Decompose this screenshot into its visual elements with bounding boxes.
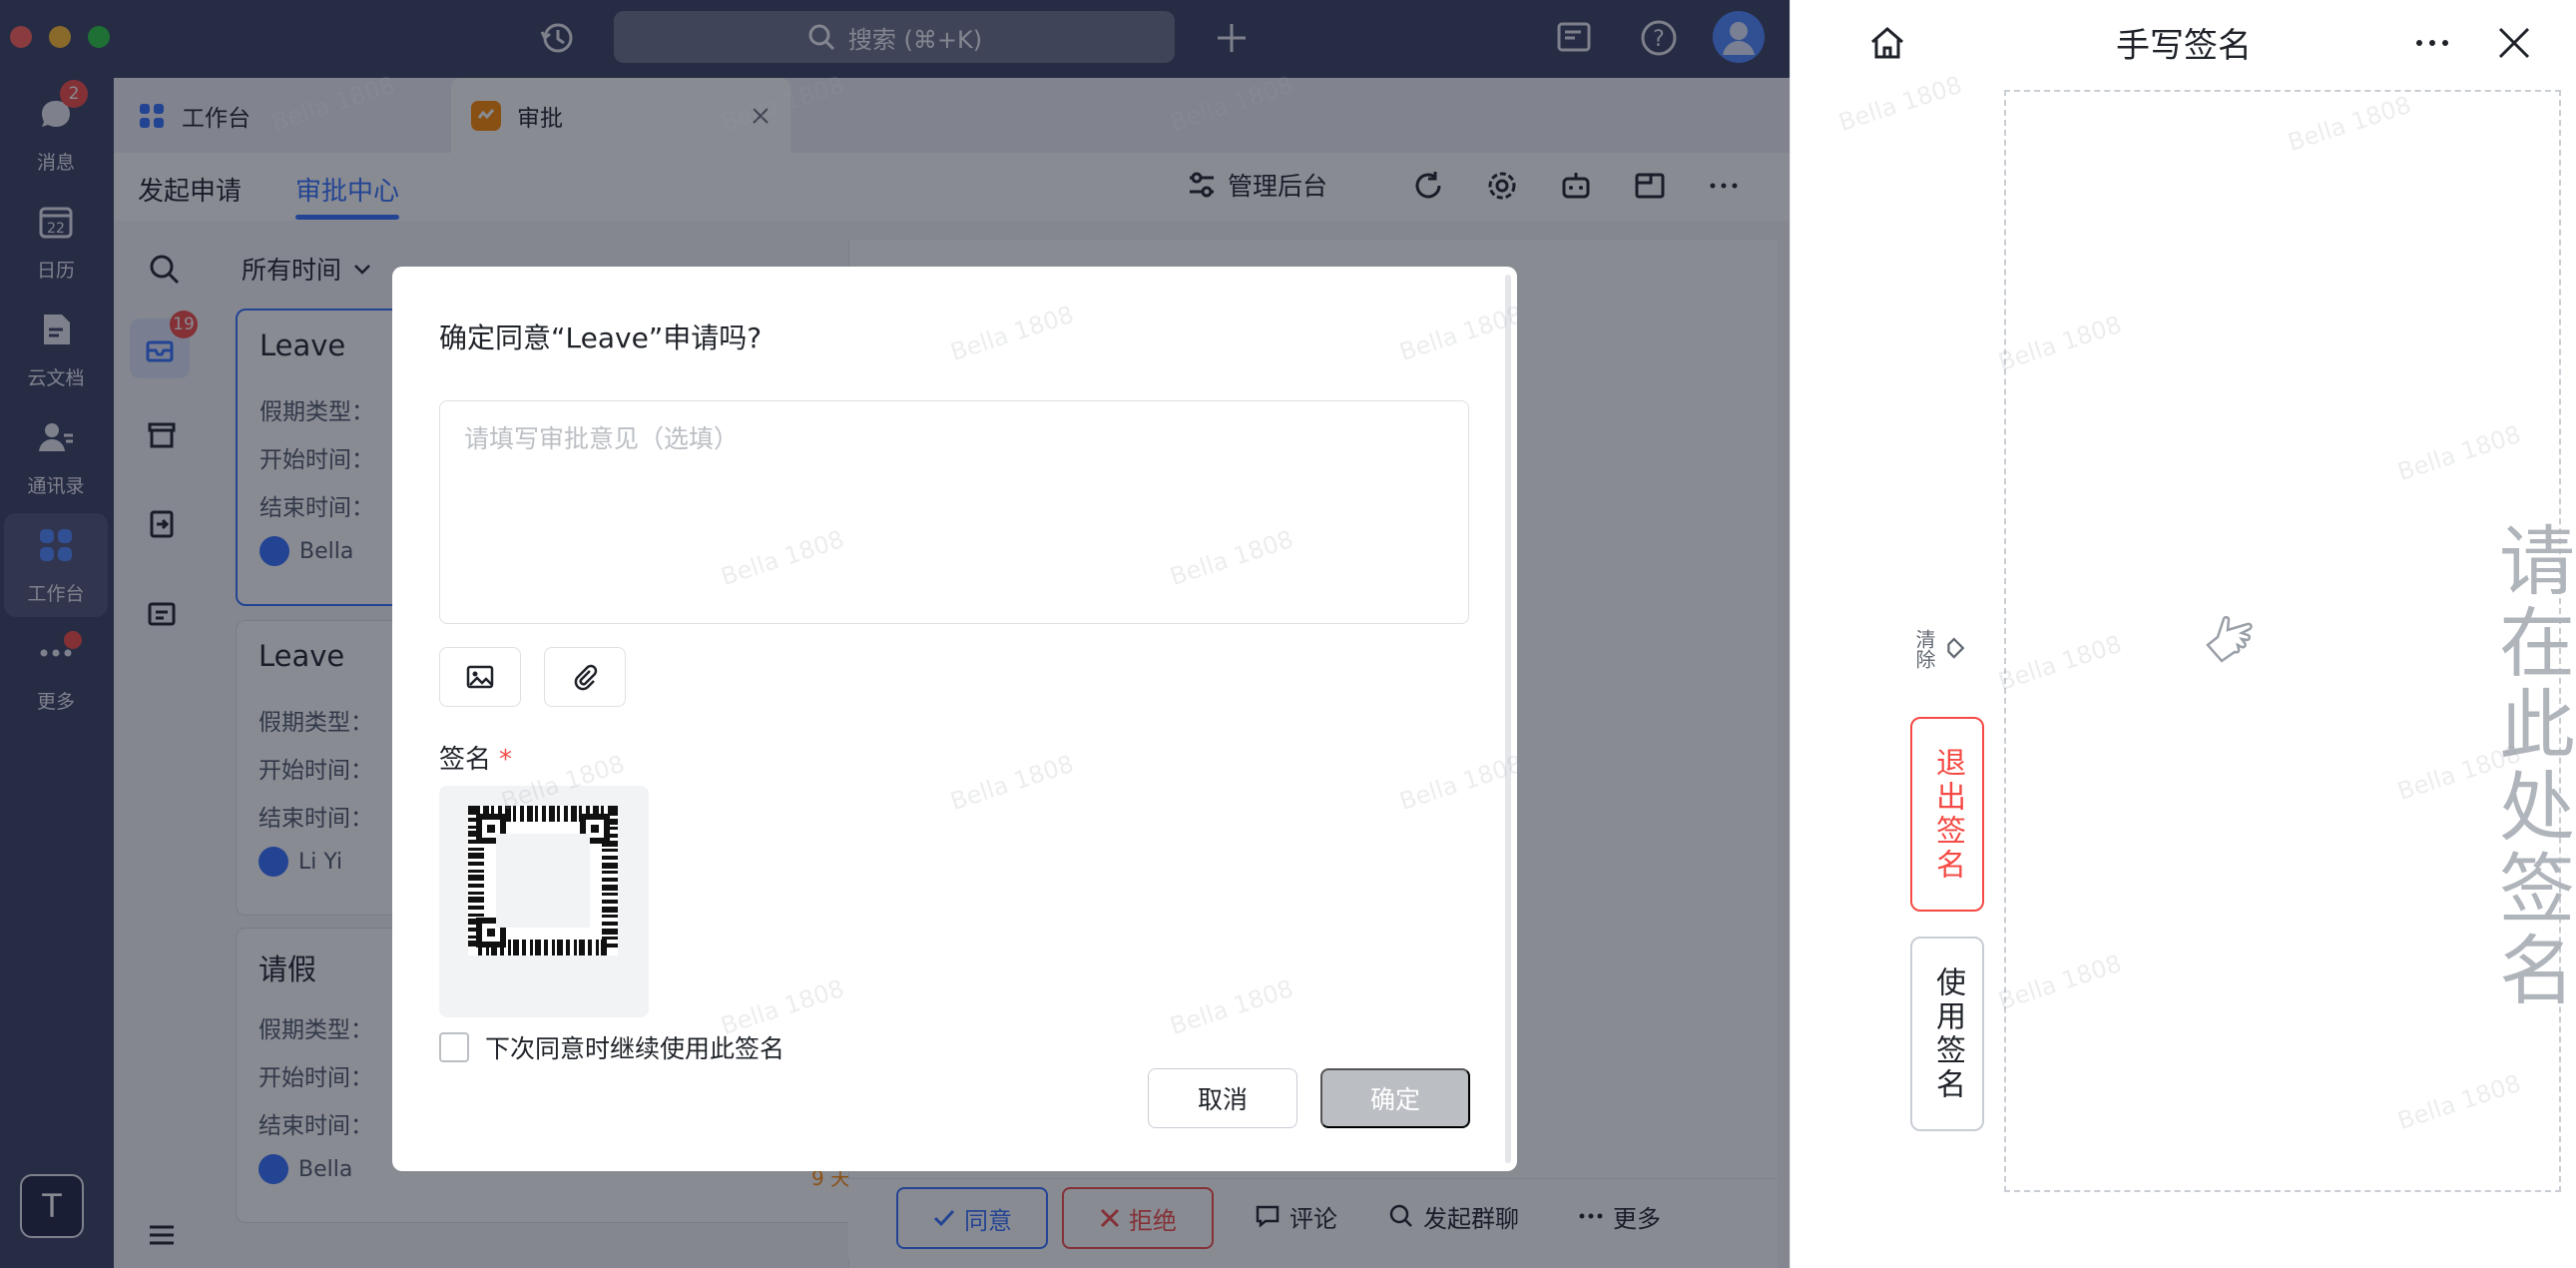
use-label: 使用签名: [1930, 965, 1965, 1102]
reuse-signature-checkbox[interactable]: [439, 1032, 469, 1062]
exit-signature-button[interactable]: 退出签名: [1910, 717, 1984, 912]
signature-label-text: 签名: [439, 745, 492, 775]
dialog-title: 确定同意“Leave”申请吗?: [439, 321, 763, 354]
required-mark: *: [499, 745, 513, 775]
reuse-signature-label: 下次同意时继续使用此签名: [485, 1034, 785, 1063]
handwritten-signature-panel: 手写签名 请在此处签名 清除 退出签名 使用签名: [1790, 0, 2576, 1268]
attach-file-button[interactable]: [544, 647, 626, 707]
dialog-scrollbar[interactable]: [1505, 275, 1511, 1163]
signature-label: 签名 *: [439, 739, 512, 776]
app-window: 搜索 (⌘+K) ? 2 消息: [0, 0, 1790, 1268]
image-icon: [466, 665, 494, 689]
signature-placeholder: 请在此处签名: [2486, 521, 2575, 1012]
clear-signature-button[interactable]: 清除: [1910, 599, 1970, 699]
signature-qr-box[interactable]: [439, 786, 649, 1017]
clear-label: 清除: [1912, 629, 1936, 669]
qr-code-icon: [468, 806, 618, 955]
close-icon[interactable]: [2493, 22, 2535, 64]
use-signature-button[interactable]: 使用签名: [1910, 937, 1984, 1131]
panel-title: 手写签名: [2116, 26, 2252, 66]
approval-opinion-input[interactable]: [439, 400, 1469, 624]
cancel-button[interactable]: 取消: [1148, 1068, 1297, 1128]
eraser-icon: [1947, 637, 1965, 659]
approve-confirm-dialog: 确定同意“Leave”申请吗? 签名* 下次同意时继续使用此签名 取消 确定: [392, 267, 1517, 1171]
signature-canvas[interactable]: 请在此处签名: [2004, 90, 2575, 1192]
insert-image-button[interactable]: [439, 647, 521, 707]
exit-label: 退出签名: [1930, 746, 1965, 883]
pointing-hand-icon: [2206, 615, 2253, 663]
paperclip-icon: [574, 664, 598, 691]
confirm-button[interactable]: 确定: [1320, 1068, 1470, 1128]
more-horizontal-icon[interactable]: [2411, 22, 2453, 64]
